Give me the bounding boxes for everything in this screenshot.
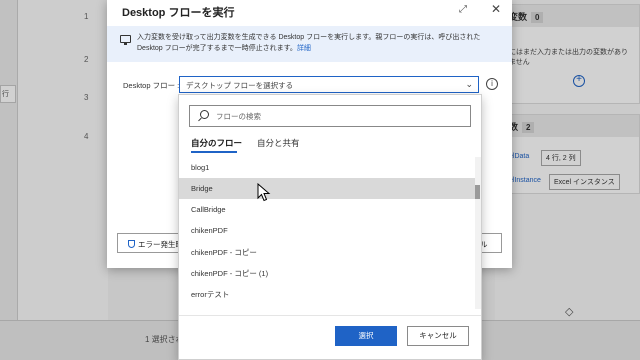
desktop-flow-select[interactable]: デスクトップ フローを選択する ⌄ [179, 76, 479, 93]
flow-list: blog1 Bridge CallBridge chikenPDF chiken… [179, 157, 475, 307]
active-tab-indicator [191, 151, 237, 153]
flow-search-placeholder: フローの検索 [216, 112, 261, 121]
tab-my-flows[interactable]: 自分のフロー [191, 137, 242, 149]
desktop-flow-select-text: デスクトップ フローを選択する [186, 81, 294, 90]
desktop-flow-label: Desktop フロー : [123, 81, 180, 90]
cancel-button[interactable]: キャンセル [407, 326, 469, 346]
flow-list-item[interactable]: chikenPDF [179, 220, 475, 241]
flow-list-scrollbar[interactable] [475, 157, 481, 309]
flow-list-item[interactable]: CallBridge [179, 199, 475, 220]
chevron-down-icon: ⌄ [465, 79, 473, 89]
tab-shared-with-me[interactable]: 自分と共有 [257, 137, 300, 149]
info-text-line1: 入力変数を受け取って出力変数を生成できる Desktop フローを実行します。親… [137, 34, 481, 41]
flow-list-item-selected[interactable]: Bridge [179, 178, 475, 199]
flow-list-item[interactable]: chikenPDF - コピー [179, 241, 475, 262]
info-text-line2: Desktop フローが完了するまで一時停止されます。 [137, 45, 297, 52]
mouse-cursor-icon [257, 183, 271, 202]
on-error-label: エラー発生時 [138, 240, 183, 249]
close-icon[interactable]: ✕ [491, 2, 501, 16]
info-icon[interactable]: i [486, 78, 498, 90]
flow-picker-popup: フローの検索 自分のフロー 自分と共有 blog1 Bridge CallBri… [178, 94, 482, 360]
divider [179, 315, 481, 316]
select-button[interactable]: 選択 [335, 326, 397, 346]
monitor-icon [120, 35, 131, 45]
dialog-title: Desktop フローを実行 [122, 7, 235, 19]
shield-icon [128, 240, 135, 248]
expand-icon[interactable]: ⤢ [459, 4, 467, 15]
flow-search-input[interactable]: フローの検索 [189, 105, 471, 127]
learn-more-link[interactable]: 詳細 [297, 45, 311, 52]
flow-list-item[interactable]: blog1 [179, 157, 475, 178]
flow-list-item[interactable]: errorテスト [179, 283, 475, 304]
search-icon [200, 110, 209, 119]
scrollbar-thumb[interactable] [475, 185, 480, 199]
flow-list-item[interactable]: chikenPDF - コピー (1) [179, 262, 475, 283]
info-banner: 入力変数を受け取って出力変数を生成できる Desktop フローを実行します。親… [107, 26, 512, 62]
